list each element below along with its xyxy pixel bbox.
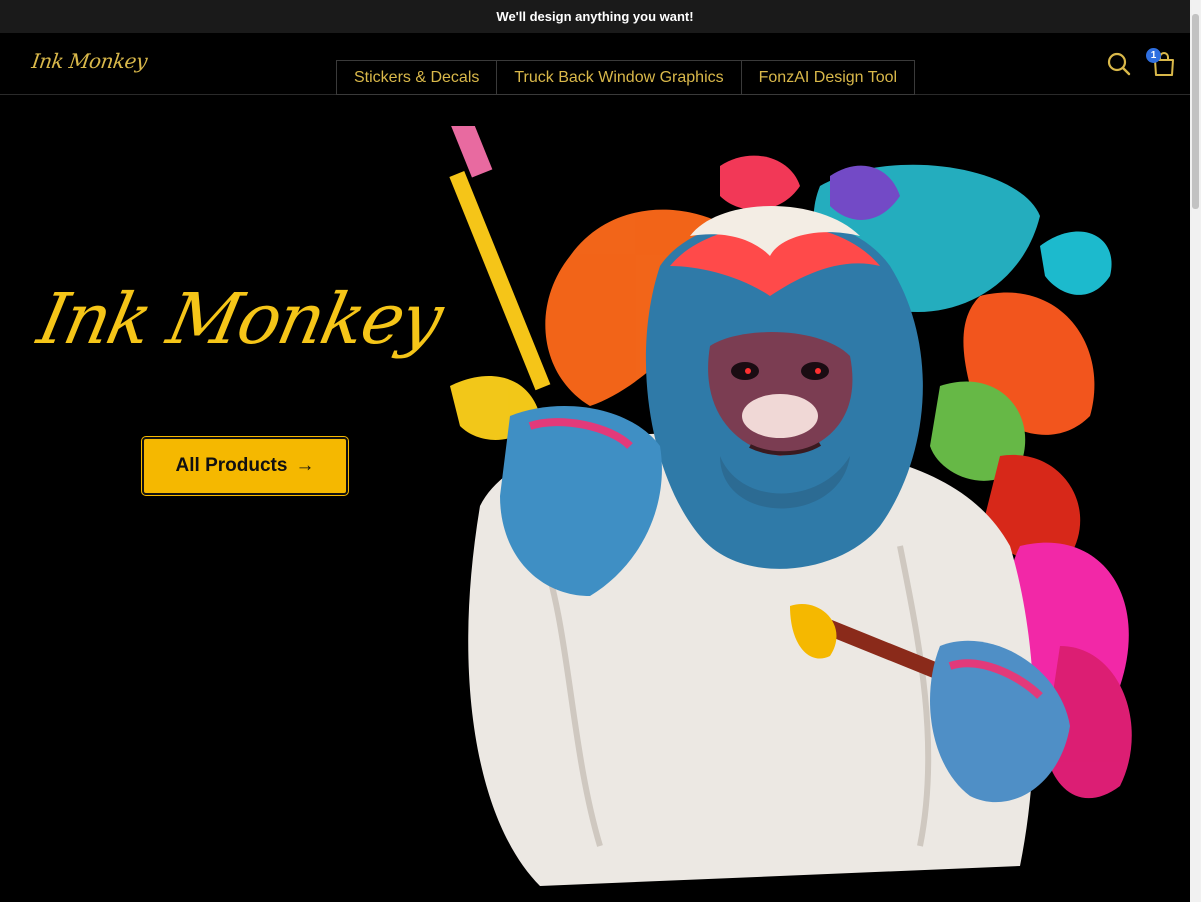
page-scrollbar[interactable] (1190, 0, 1201, 902)
gorilla-illustration (449, 126, 1132, 886)
search-icon[interactable] (1106, 51, 1132, 77)
nav-truck-back-window-graphics[interactable]: Truck Back Window Graphics (496, 60, 742, 95)
announcement-text: We'll design anything you want! (496, 9, 694, 24)
arrow-right-icon: → (295, 455, 315, 476)
site-header: Ink Monkey Stickers & Decals Truck Back … (0, 33, 1190, 95)
hero-section: Ink Monkey All Products → (0, 96, 1190, 902)
main-nav: Stickers & Decals Truck Back Window Grap… (336, 60, 916, 95)
hero-title: Ink Monkey (31, 278, 449, 360)
all-products-button[interactable]: All Products → (142, 437, 348, 495)
site-logo[interactable]: Ink Monkey (30, 49, 148, 73)
nav-stickers-decals[interactable]: Stickers & Decals (336, 60, 498, 95)
cart-count-badge: 1 (1146, 48, 1161, 63)
announcement-bar: We'll design anything you want! (0, 0, 1190, 33)
nav-fonzai-design-tool[interactable]: FonzAI Design Tool (740, 60, 916, 95)
scrollbar-thumb[interactable] (1192, 14, 1199, 209)
all-products-label: All Products (175, 455, 288, 476)
